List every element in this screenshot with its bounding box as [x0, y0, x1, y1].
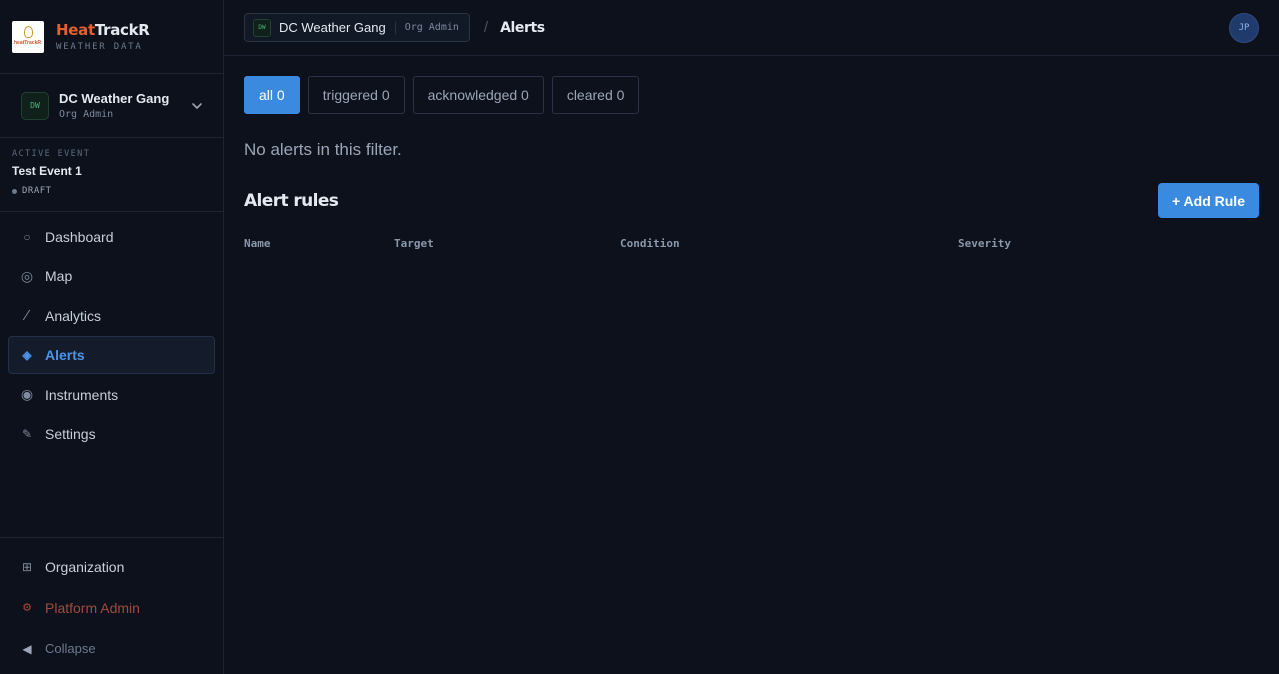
filter-cleared[interactable]: cleared 0: [551, 76, 640, 114]
user-avatar[interactable]: JP: [1229, 13, 1259, 43]
logo-text: heatTrackR: [14, 39, 41, 46]
column-header-severity[interactable]: Severity: [958, 237, 1108, 250]
radio-dot-icon: ◉: [20, 386, 34, 403]
nav-label: Organization: [45, 558, 125, 575]
event-status-text: DRAFT: [22, 186, 52, 196]
nav-label: Settings: [45, 425, 96, 442]
alert-rules-header: Alert rules + Add Rule: [244, 183, 1259, 218]
sidebar: heatTrackR HeatTrackR WEATHER DATA DW DC…: [0, 0, 224, 674]
diamond-icon: ◈: [22, 348, 32, 363]
nav-label: Instruments: [45, 386, 119, 403]
pencil-icon: ✎: [21, 426, 33, 441]
brand-name-heat: Heat: [56, 21, 95, 39]
brand-header: heatTrackR HeatTrackR WEATHER DATA: [0, 0, 223, 74]
nav-label: Analytics: [45, 307, 102, 324]
nav-item-platform-admin[interactable]: ⚙ Platform Admin: [8, 587, 215, 628]
status-dot-icon: [12, 188, 17, 194]
empty-state-message: No alerts in this filter.: [244, 140, 402, 159]
app-logo: heatTrackR: [12, 20, 44, 53]
nav-item-alerts[interactable]: ◈ Alerts: [8, 336, 215, 375]
brand-subtitle: WEATHER DATA: [56, 42, 143, 52]
nav-label: Platform Admin: [45, 599, 140, 616]
org-name: DC Weather Gang: [59, 91, 170, 106]
app-root: heatTrackR HeatTrackR WEATHER DATA DW DC…: [0, 0, 1279, 674]
main-area: DW DC Weather Gang Org Admin / Alerts JP…: [224, 0, 1279, 674]
alert-filter-tabs: all 0 triggered 0 acknowledged 0 cleared…: [244, 76, 1259, 114]
active-event-name: Test Event 1: [12, 164, 82, 178]
page-title: Alerts: [500, 19, 545, 36]
brand-text: HeatTrackR WEATHER DATA: [56, 21, 150, 52]
column-header-name[interactable]: Name: [244, 237, 394, 250]
nav-item-instruments[interactable]: ◉ Instruments: [8, 376, 215, 414]
org-switcher[interactable]: DW DC Weather Gang Org Admin: [0, 74, 223, 138]
column-header-condition[interactable]: Condition: [620, 237, 958, 250]
grid-icon: ⊞: [21, 559, 33, 574]
caret-left-icon: ◀: [22, 641, 32, 656]
nav-item-dashboard[interactable]: ○ Dashboard: [8, 218, 215, 256]
section-title: Alert rules: [244, 190, 339, 211]
org-info: DC Weather Gang Org Admin: [59, 91, 169, 120]
breadcrumb-org-name: DC Weather Gang: [279, 20, 386, 35]
collapse-label: Collapse: [45, 641, 96, 656]
nav-item-settings[interactable]: ✎ Settings: [8, 415, 215, 453]
breadcrumb-org-role: Org Admin: [404, 22, 459, 33]
sidebar-footer: ⊞ Organization ⚙ Platform Admin ◀ Collap…: [0, 537, 223, 669]
circle-outline-icon: ○: [23, 230, 31, 244]
nav-item-analytics[interactable]: ⁄ Analytics: [8, 297, 215, 335]
active-event-panel: ACTIVE EVENT Test Event 1 DRAFT: [0, 138, 223, 212]
brand-name-trackr: TrackR: [94, 21, 150, 39]
main-nav: ○ Dashboard ◎ Map ⁄ Analytics ◈ Alerts ◉…: [0, 212, 223, 453]
filter-triggered[interactable]: triggered 0: [307, 76, 405, 114]
org-mini-avatar: DW: [253, 18, 271, 37]
event-status-badge: DRAFT: [12, 186, 223, 196]
logo-bulb-icon: [24, 25, 33, 38]
org-role: Org Admin: [59, 109, 114, 120]
target-icon: ◎: [20, 267, 34, 284]
brand-name: HeatTrackR: [56, 21, 150, 39]
add-rule-button[interactable]: + Add Rule: [1158, 183, 1259, 218]
nav-item-map[interactable]: ◎ Map: [8, 257, 215, 295]
nav-label: Map: [45, 268, 73, 285]
nav-item-organization[interactable]: ⊞ Organization: [8, 546, 215, 587]
divider: [394, 21, 396, 34]
nav-label: Dashboard: [45, 229, 114, 245]
slash-line-icon: ⁄: [25, 307, 29, 325]
rules-table-header: Name Target Condition Severity: [244, 237, 1259, 250]
collapse-button[interactable]: ◀ Collapse: [8, 628, 215, 669]
breadcrumb-separator: /: [483, 19, 489, 36]
org-avatar: DW: [21, 91, 49, 120]
alerts-content: all 0 triggered 0 acknowledged 0 cleared…: [224, 56, 1279, 250]
active-event-label: ACTIVE EVENT: [12, 149, 91, 159]
filter-acknowledged[interactable]: acknowledged 0: [412, 76, 544, 114]
topbar: DW DC Weather Gang Org Admin / Alerts JP: [224, 0, 1279, 56]
breadcrumb-org[interactable]: DW DC Weather Gang Org Admin: [244, 13, 470, 42]
filter-all[interactable]: all 0: [244, 76, 300, 114]
chevron-down-icon[interactable]: [190, 99, 204, 113]
column-header-target[interactable]: Target: [394, 237, 620, 250]
nav-label: Alerts: [45, 347, 85, 364]
gear-icon: ⚙: [22, 602, 32, 614]
